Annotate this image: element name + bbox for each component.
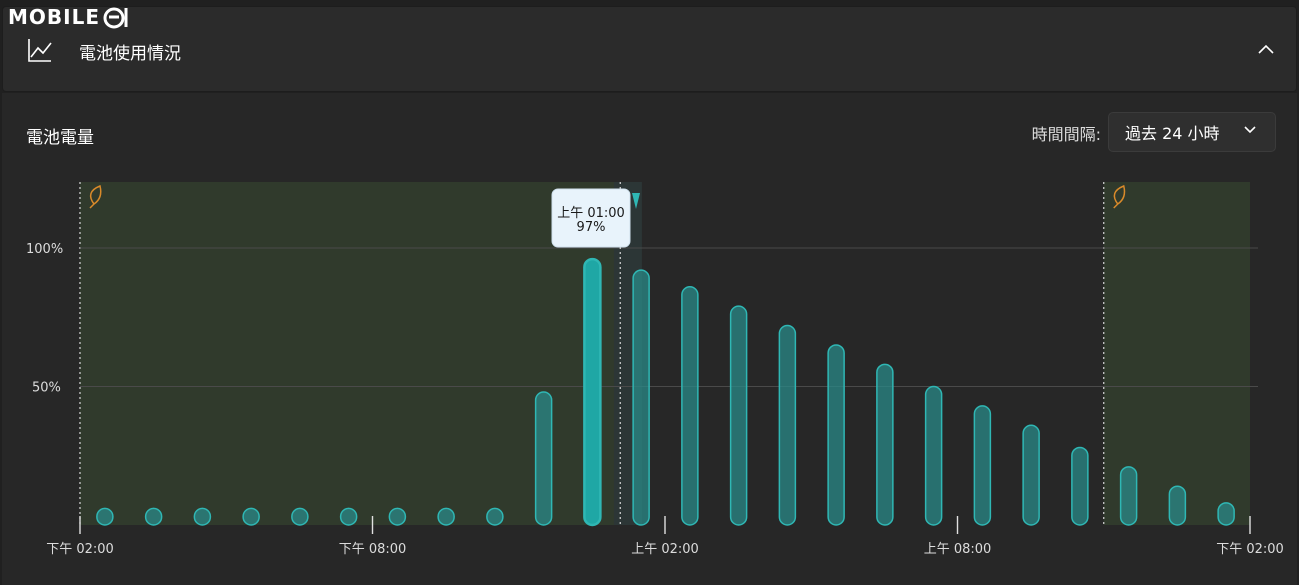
watermark-mark-icon: [103, 7, 128, 29]
x-tick-label: 下午 02:00: [46, 542, 114, 557]
battery-bar[interactable]: [632, 269, 650, 526]
battery-bar[interactable]: [924, 385, 943, 526]
battery-bar[interactable]: [729, 305, 748, 526]
x-tick-label: 上午 02:00: [631, 542, 699, 557]
tooltip-value: 97%: [577, 220, 606, 235]
watermark-logo: MOBILE: [8, 4, 132, 30]
battery-bar[interactable]: [96, 507, 114, 526]
battery-level-chart: 100% 50% 下午 02:00 下午 08:00 上午 02:00 上午 08:00 下…: [26, 182, 1284, 557]
battery-bar[interactable]: [339, 507, 358, 526]
battery-bar[interactable]: [1168, 485, 1187, 526]
battery-bar[interactable]: [144, 507, 163, 526]
battery-bar[interactable]: [534, 391, 553, 526]
battery-bar-selected[interactable]: [583, 257, 602, 527]
battery-bar[interactable]: [1217, 502, 1235, 526]
battery-bar[interactable]: [1022, 424, 1040, 526]
y-tick-label-100: 100%: [26, 242, 63, 257]
battery-bar[interactable]: [1119, 466, 1138, 526]
battery-bar[interactable]: [876, 363, 894, 526]
x-tick-label: 下午 02:00: [1216, 542, 1284, 557]
battery-bar[interactable]: [437, 507, 455, 526]
battery-bar[interactable]: [193, 507, 212, 526]
x-tick-label: 上午 08:00: [924, 542, 992, 557]
x-tick-label: 下午 08:00: [339, 542, 407, 557]
watermark-text: MOBILE: [8, 5, 100, 29]
battery-bar[interactable]: [1071, 446, 1089, 526]
y-tick-label-50: 50%: [32, 381, 61, 396]
battery-bar[interactable]: [242, 507, 260, 526]
battery-bar[interactable]: [973, 405, 992, 526]
tooltip-time: 上午 01:00: [557, 206, 625, 221]
battery-bar[interactable]: [778, 324, 797, 526]
battery-bar[interactable]: [291, 507, 309, 526]
battery-bar[interactable]: [827, 344, 845, 526]
battery-bar[interactable]: [681, 286, 699, 526]
battery-bar[interactable]: [486, 507, 504, 526]
battery-bar[interactable]: [388, 507, 407, 526]
